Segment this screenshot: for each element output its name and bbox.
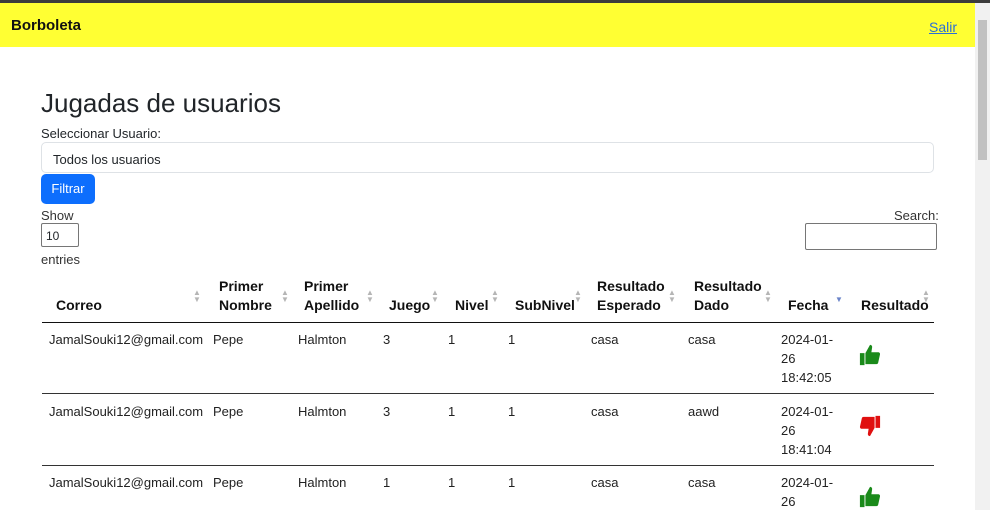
page-title: Jugadas de usuarios (41, 88, 281, 118)
cell-esperado: casa (591, 404, 619, 419)
sort-indicator-icon: ▲ ▼ (281, 288, 289, 304)
cell-juego: 3 (383, 404, 391, 419)
cell-apellido: Halmton (298, 404, 347, 419)
cell-juego: 1 (383, 475, 391, 490)
row-divider (42, 393, 934, 394)
sort-indicator-icon: ▲ ▼ (366, 288, 374, 304)
cell-subnivel: 1 (508, 332, 516, 347)
cell-correo: JamalSouki12@gmail.com (49, 475, 204, 490)
cell-fecha: 2024-01- 26 18:41:04 (781, 404, 834, 457)
cell-esperado: casa (591, 475, 619, 490)
cell-correo: JamalSouki12@gmail.com (49, 332, 204, 347)
scrollbar-thumb[interactable] (978, 20, 987, 160)
column-header-nivel[interactable]: Nivel (455, 296, 488, 315)
column-header-subnivel[interactable]: SubNivel (515, 296, 575, 315)
user-select-label: Seleccionar Usuario: (41, 126, 161, 141)
header-divider (42, 322, 934, 323)
thumbs-down-icon (859, 415, 881, 437)
sort-indicator-icon: ▲ ▼ (491, 288, 499, 304)
column-header-primer-apellido[interactable]: Primer Apellido (304, 277, 359, 315)
entries-length-select[interactable]: 10 (41, 223, 79, 247)
cell-subnivel: 1 (508, 475, 516, 490)
sort-indicator-icon: ▲ ▼ (574, 288, 582, 304)
cell-apellido: Halmton (298, 475, 347, 490)
column-header-resultado[interactable]: Resultado (861, 296, 929, 315)
column-header-resultado-esperado[interactable]: Resultado Esperado (597, 277, 665, 315)
cell-dado: casa (688, 475, 716, 490)
brand-logo[interactable]: Borboleta (11, 17, 81, 34)
sort-desc-active-icon: ▲ ▼ (835, 288, 843, 304)
column-header-juego[interactable]: Juego (389, 296, 430, 315)
search-input[interactable] (805, 223, 937, 250)
user-select[interactable]: Todos los usuarios (41, 142, 934, 173)
search-label: Search: (894, 208, 939, 223)
cell-correo: JamalSouki12@gmail.com (49, 404, 204, 419)
sort-indicator-icon: ▲ ▼ (764, 288, 772, 304)
cell-nombre: Pepe (213, 404, 244, 419)
cell-juego: 3 (383, 332, 391, 347)
cell-apellido: Halmton (298, 332, 347, 347)
sort-indicator-icon: ▲ ▼ (668, 288, 676, 304)
cell-dado: casa (688, 332, 716, 347)
column-header-correo[interactable]: Correo (56, 296, 102, 315)
logout-link[interactable]: Salir (929, 19, 957, 35)
cell-nombre: Pepe (213, 332, 244, 347)
column-header-resultado-dado[interactable]: Resultado Dado (694, 277, 762, 315)
thumbs-up-icon (859, 486, 881, 508)
navbar: Borboleta Salir (0, 3, 975, 47)
column-header-primer-nombre[interactable]: Primer Nombre (219, 277, 272, 315)
cell-dado: aawd (688, 404, 720, 419)
column-header-fecha[interactable]: Fecha (788, 296, 828, 315)
filter-button[interactable]: Filtrar (41, 174, 95, 204)
cell-nivel: 1 (448, 404, 456, 419)
thumbs-up-icon (859, 344, 881, 366)
length-entries-label: entries (41, 252, 81, 267)
cell-subnivel: 1 (508, 404, 516, 419)
cell-nivel: 1 (448, 475, 456, 490)
sort-indicator-icon: ▲ ▼ (922, 288, 930, 304)
row-divider (42, 465, 934, 466)
sort-indicator-icon: ▲ ▼ (193, 288, 201, 304)
cell-esperado: casa (591, 332, 619, 347)
cell-nivel: 1 (448, 332, 456, 347)
cell-fecha: 2024-01- 26 (781, 475, 834, 509)
cell-fecha: 2024-01- 26 18:42:05 (781, 332, 834, 385)
sort-indicator-icon: ▲ ▼ (431, 288, 439, 304)
cell-nombre: Pepe (213, 475, 244, 490)
length-show-label: Show (41, 208, 74, 223)
